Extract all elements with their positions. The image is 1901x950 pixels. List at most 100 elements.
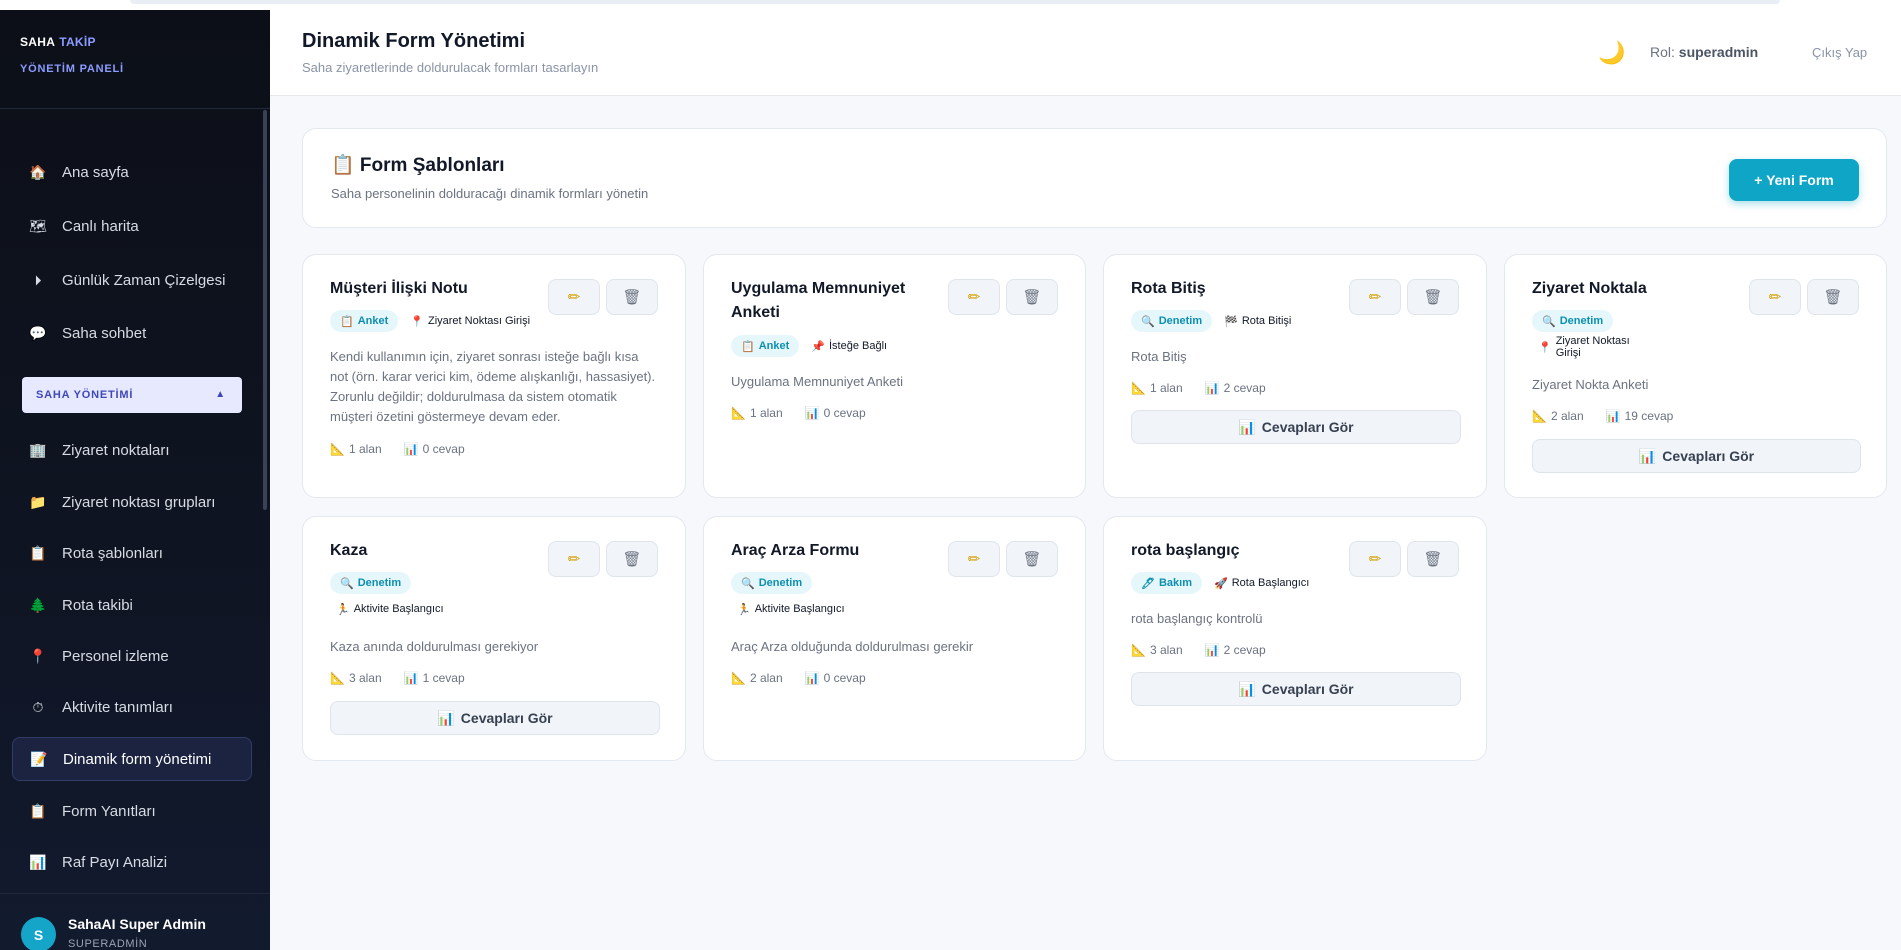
form-name: Müşteri İlişki Notu xyxy=(330,280,468,297)
sidebar-item-personel-izleme[interactable]: 📍 Personel izleme xyxy=(12,634,252,678)
tag-text: Aktivite Başlangıcı xyxy=(353,603,444,615)
section-toggle-saha-yonetimi[interactable]: SAHA YÖNETİMİ ▲ xyxy=(22,377,242,413)
ruler-icon: 📐 xyxy=(731,671,746,685)
delete-button[interactable]: 🗑 xyxy=(1006,279,1058,315)
pencil-icon: ✏ xyxy=(567,551,581,568)
edit-button[interactable]: ✏ xyxy=(948,541,1000,577)
view-answers-label: Cevapları Gör xyxy=(1261,681,1354,697)
answer-count: 📊 2 cevap xyxy=(1205,643,1266,657)
tag-icon: 🔍 xyxy=(1141,315,1155,328)
role-label: Rol: xyxy=(1650,44,1675,60)
trash-icon: 🗑 xyxy=(1423,289,1443,306)
form-name: Araç Arza Formu xyxy=(731,542,860,559)
sidebar-item-label: Canlı harita xyxy=(62,217,139,235)
ruler-icon: 📐 xyxy=(330,671,345,685)
form-tags: 📋 Anket 📍 Ziyaret Noktası Girişi xyxy=(330,310,560,332)
edit-button[interactable]: ✏ xyxy=(548,541,600,577)
form-description: Rota Bitiş xyxy=(1131,349,1187,364)
templates-card: 📋 Form Şablonları Saha personelinin dold… xyxy=(302,128,1887,228)
ruler-icon: 📐 xyxy=(330,442,345,456)
sidebar-item-label: Dinamik form yönetimi xyxy=(63,750,212,768)
edit-button[interactable]: ✏ xyxy=(948,279,1000,315)
sidebar-item-rota-ablonlar-[interactable]: 📋 Rota şablonları xyxy=(12,531,252,575)
sidebar-item-label: Rota takibi xyxy=(62,596,133,614)
top-strip xyxy=(0,0,1901,10)
edit-button[interactable]: ✏ xyxy=(1749,279,1801,315)
pencil-icon: ✏ xyxy=(1368,551,1382,568)
field-count: 📐 2 alan xyxy=(731,671,783,685)
sidebar-item-saha-sohbet[interactable]: 💬 Saha sohbet xyxy=(12,311,252,355)
sidebar-item-raf-pay-analizi[interactable]: 📊 Raf Payı Analizi xyxy=(12,840,252,884)
view-answers-button[interactable]: 📊 Cevapları Gör xyxy=(330,701,660,735)
sidebar-item-ziyaret-noktas-gruplar-[interactable]: 📁 Ziyaret noktası grupları xyxy=(12,480,252,524)
delete-button[interactable]: 🗑 xyxy=(1407,279,1459,315)
answer-count: 📊 2 cevap xyxy=(1205,381,1266,395)
sidebar-item-canl-harita[interactable]: 🗺 Canlı harita xyxy=(12,204,252,248)
tag-icon: 🔍 xyxy=(340,577,354,590)
pencil-icon: ✏ xyxy=(567,289,581,306)
templates-title: 📋 Form Şablonları xyxy=(331,155,505,176)
sidebar-item-ana-sayfa[interactable]: 🏠 Ana sayfa xyxy=(12,150,252,194)
moon-icon[interactable]: 🌙 xyxy=(1598,40,1625,66)
trash-icon: 🗑 xyxy=(1022,289,1042,306)
sidebar-item-aktivite-tan-mlar-[interactable]: ⏱ Aktivite tanımları xyxy=(12,685,252,729)
answer-count-text: 1 cevap xyxy=(422,671,465,685)
brand[interactable]: SAHA TAKİP YÖNETİM PANELİ xyxy=(20,35,124,75)
sidebar-scrollbar[interactable] xyxy=(263,110,267,510)
view-answers-label: Cevapları Gör xyxy=(1261,419,1354,435)
tag-text: İsteğe Bağlı xyxy=(828,340,888,352)
view-answers-button[interactable]: 📊 Cevapları Gör xyxy=(1532,439,1861,473)
sidebar-item-label: Rota şablonları xyxy=(62,544,163,562)
answer-count-text: 19 cevap xyxy=(1624,409,1674,423)
sidebar-item-dinamik-form-y-netimi[interactable]: 📝 Dinamik form yönetimi xyxy=(12,737,252,781)
brand-title: SAHA TAKİP xyxy=(20,35,124,49)
bar-chart-icon: 📊 xyxy=(1238,680,1256,697)
form-tags: 🖊 Bakım 🚀 Rota Başlangıcı xyxy=(1131,572,1361,594)
view-answers-button[interactable]: 📊 Cevapları Gör xyxy=(1131,672,1461,706)
category-badge: 🔍 Denetim xyxy=(1131,310,1213,332)
bar-chart-icon: 📊 xyxy=(29,853,47,870)
view-answers-label: Cevapları Gör xyxy=(460,710,553,726)
sidebar-item-label: Günlük Zaman Çizelgesi xyxy=(62,271,226,289)
new-form-button[interactable]: + Yeni Form xyxy=(1729,159,1859,201)
delete-button[interactable]: 🗑 xyxy=(1407,541,1459,577)
form-name: rota başlangıç xyxy=(1131,542,1240,559)
delete-button[interactable]: 🗑 xyxy=(1006,541,1058,577)
view-answers-button[interactable]: 📊 Cevapları Gör xyxy=(1131,410,1461,444)
form-card: Rota Bitiş ✏ 🗑 🔍 Denetim 🏁 Rota Bitişi Rota Bit… xyxy=(1103,254,1487,498)
logout-button[interactable]: Çıkış Yap xyxy=(1812,45,1867,60)
pencil-icon: ✏ xyxy=(967,551,981,568)
sidebar-item-form-yan-tlar-[interactable]: 📋 Form Yanıtları xyxy=(12,789,252,833)
sidebar-item-label: Ziyaret noktaları xyxy=(62,441,170,459)
form-actions: ✏ 🗑 xyxy=(1349,541,1459,577)
sidebar-item-rota-takibi[interactable]: 🌲 Rota takibi xyxy=(12,583,252,627)
trash-icon: 🗑 xyxy=(1423,551,1443,568)
stopwatch-icon: ⏱ xyxy=(32,698,44,715)
form-actions: ✏ 🗑 xyxy=(548,541,658,577)
form-name: Uygulama Memnuniyet Anketi xyxy=(731,280,906,321)
ruler-icon: 📐 xyxy=(731,406,746,420)
delete-button[interactable]: 🗑 xyxy=(1807,279,1859,315)
form-tags: 🔍 Denetim 🏃 Aktivite Başlangıcı xyxy=(731,572,861,620)
user-block[interactable]: S SahaAI Super Admin SUPERADMİN xyxy=(0,893,270,950)
sidebar-item-g-nl-k-zaman-izelgesi[interactable]: ⏵ Günlük Zaman Çizelgesi xyxy=(12,258,252,302)
form-actions: ✏ 🗑 xyxy=(548,279,658,315)
delete-button[interactable]: 🗑 xyxy=(606,541,658,577)
sidebar-item-label: Form Yanıtları xyxy=(62,802,156,820)
form-tags: 🔍 Denetim 🏁 Rota Bitişi xyxy=(1131,310,1361,332)
tag-icon: 📋 xyxy=(741,340,755,353)
role-indicator: Rol: superadmin xyxy=(1650,44,1758,60)
form-tags: 📋 Anket 📌 İsteğe Bağlı xyxy=(731,335,961,357)
tag-text: Rota Bitişi xyxy=(1241,315,1292,327)
trigger-badge: 📍 Ziyaret Noktası Girişi xyxy=(404,310,536,332)
chat-icon: 💬 xyxy=(29,324,47,341)
folder-icon: 📁 xyxy=(29,493,47,510)
brand-word-saha: SAHA xyxy=(20,35,56,49)
tag-text: Denetim xyxy=(357,577,402,589)
browser-bar xyxy=(130,0,1780,4)
building-icon: 🏢 xyxy=(29,441,47,458)
sidebar-item-ziyaret-noktalar-[interactable]: 🏢 Ziyaret noktaları xyxy=(12,428,252,472)
delete-button[interactable]: 🗑 xyxy=(606,279,658,315)
answer-count: 📊 0 cevap xyxy=(805,671,866,685)
ruler-icon: 📐 xyxy=(1532,409,1547,423)
